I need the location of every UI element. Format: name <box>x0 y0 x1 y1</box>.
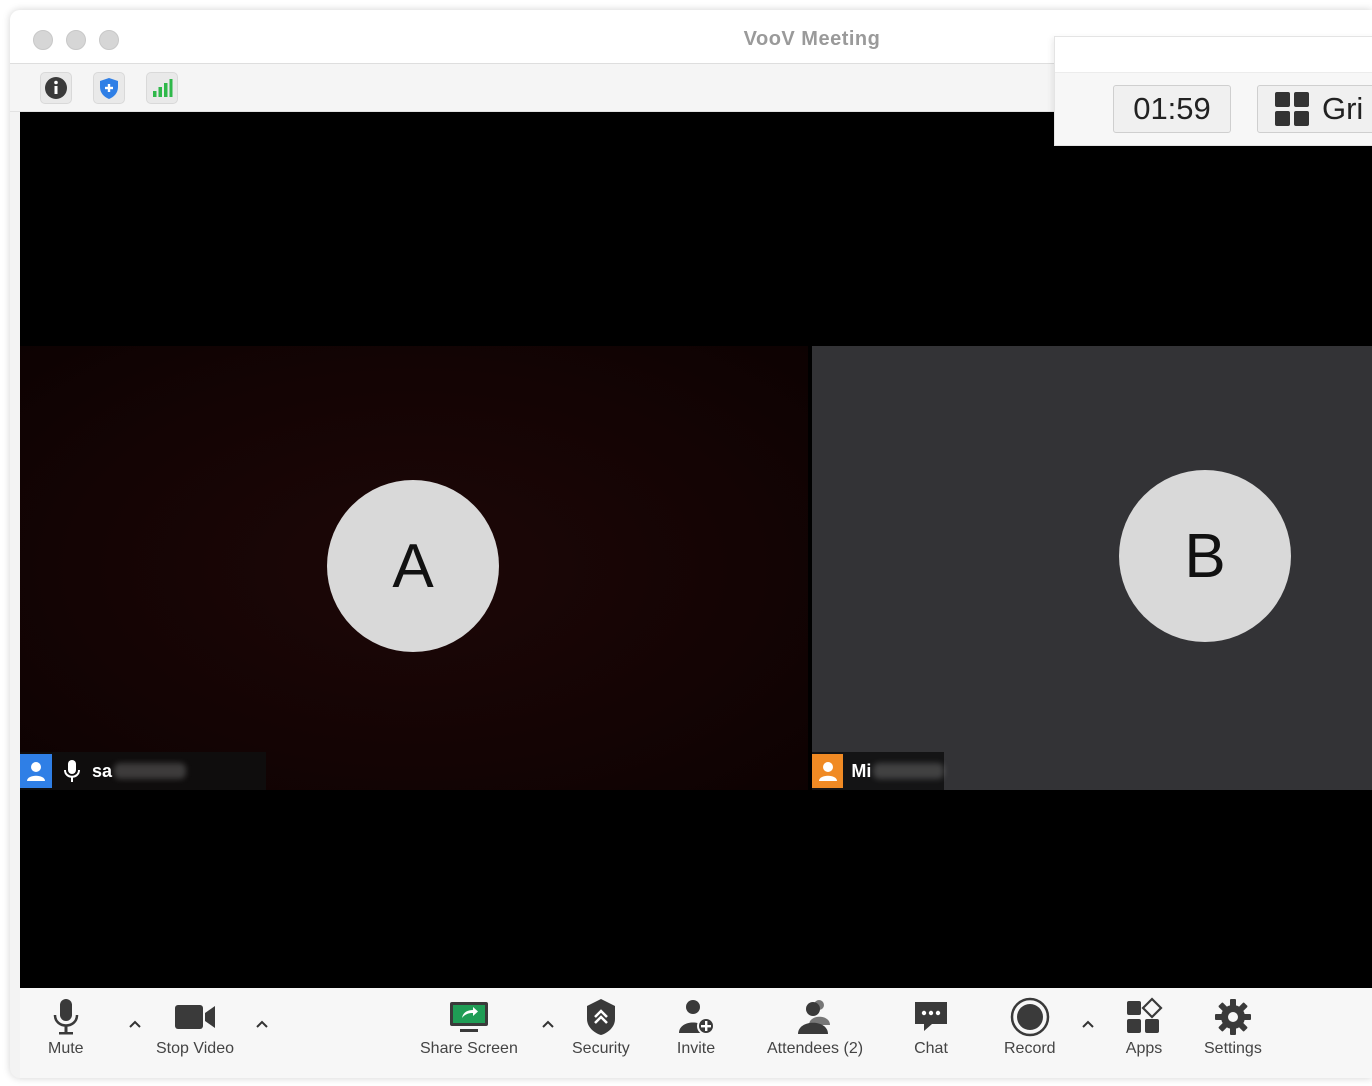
share-screen-icon <box>448 996 490 1038</box>
stop-video-button[interactable]: Stop Video <box>156 996 234 1058</box>
participant-name-tag: sa <box>20 752 266 790</box>
video-options-caret[interactable] <box>254 1016 270 1032</box>
info-icon[interactable] <box>40 72 72 104</box>
attendees-button[interactable]: Attendees (2) <box>767 996 863 1058</box>
chat-bubble-icon <box>912 996 950 1038</box>
security-label: Security <box>572 1040 630 1057</box>
video-tile-participant-a[interactable]: A sa <box>20 346 808 790</box>
meeting-window: VooV Meeting A sa B Mi 01:59 Gri Mute St… <box>10 10 1372 1078</box>
redacted-name <box>873 763 944 779</box>
video-stage: A sa B Mi <box>20 112 1372 988</box>
security-button[interactable]: Security <box>572 996 630 1058</box>
meeting-toolbar: Mute Stop Video Share Screen Security In… <box>20 988 1372 1078</box>
security-shield-icon <box>584 996 618 1038</box>
attendees-label: Attendees (2) <box>767 1040 864 1057</box>
apps-label: Apps <box>1125 1040 1163 1057</box>
video-camera-icon <box>173 996 217 1038</box>
video-tile-participant-b[interactable]: B Mi <box>812 346 1372 790</box>
settings-label: Settings <box>1204 1040 1262 1057</box>
chat-button[interactable]: Chat <box>912 996 950 1058</box>
record-icon <box>1010 996 1050 1038</box>
signal-icon[interactable] <box>146 72 178 104</box>
meeting-timer: 01:59 <box>1113 85 1231 133</box>
record-label: Record <box>1004 1040 1056 1057</box>
participant-name: Mi <box>851 760 872 781</box>
apps-button[interactable]: Apps <box>1124 996 1164 1058</box>
add-user-icon <box>676 996 716 1038</box>
invite-button[interactable]: Invite <box>676 996 716 1058</box>
settings-button[interactable]: Settings <box>1204 996 1262 1058</box>
microphone-icon <box>51 996 81 1038</box>
attendees-icon <box>794 996 836 1038</box>
microphone-icon <box>60 756 84 786</box>
mute-button[interactable]: Mute <box>48 996 84 1058</box>
gallery-view-label: Gri <box>1322 91 1364 126</box>
stop-video-label: Stop Video <box>156 1040 234 1057</box>
share-options-caret[interactable] <box>540 1016 556 1032</box>
apps-icon <box>1124 996 1164 1038</box>
participant-name: sa <box>92 760 113 781</box>
redacted-name <box>114 763 187 779</box>
mute-label: Mute <box>48 1040 84 1057</box>
record-button[interactable]: Record <box>1004 996 1056 1058</box>
participant-name-tag: Mi <box>812 752 944 790</box>
grid-icon <box>1275 92 1309 126</box>
avatar: A <box>327 480 499 652</box>
user-icon <box>812 754 844 788</box>
user-icon <box>20 754 52 788</box>
chat-label: Chat <box>914 1040 948 1057</box>
gallery-view-button[interactable]: Gri <box>1257 85 1372 133</box>
shield-icon[interactable] <box>93 72 125 104</box>
share-screen-button[interactable]: Share Screen <box>420 996 518 1058</box>
avatar: B <box>1119 470 1291 642</box>
audio-options-caret[interactable] <box>127 1016 143 1032</box>
top-right-panel: 01:59 Gri <box>1054 36 1372 146</box>
invite-label: Invite <box>676 1040 716 1057</box>
record-options-caret[interactable] <box>1080 1016 1096 1032</box>
panel-header <box>1055 37 1372 73</box>
gear-icon <box>1213 996 1253 1038</box>
share-screen-label: Share Screen <box>420 1040 518 1057</box>
